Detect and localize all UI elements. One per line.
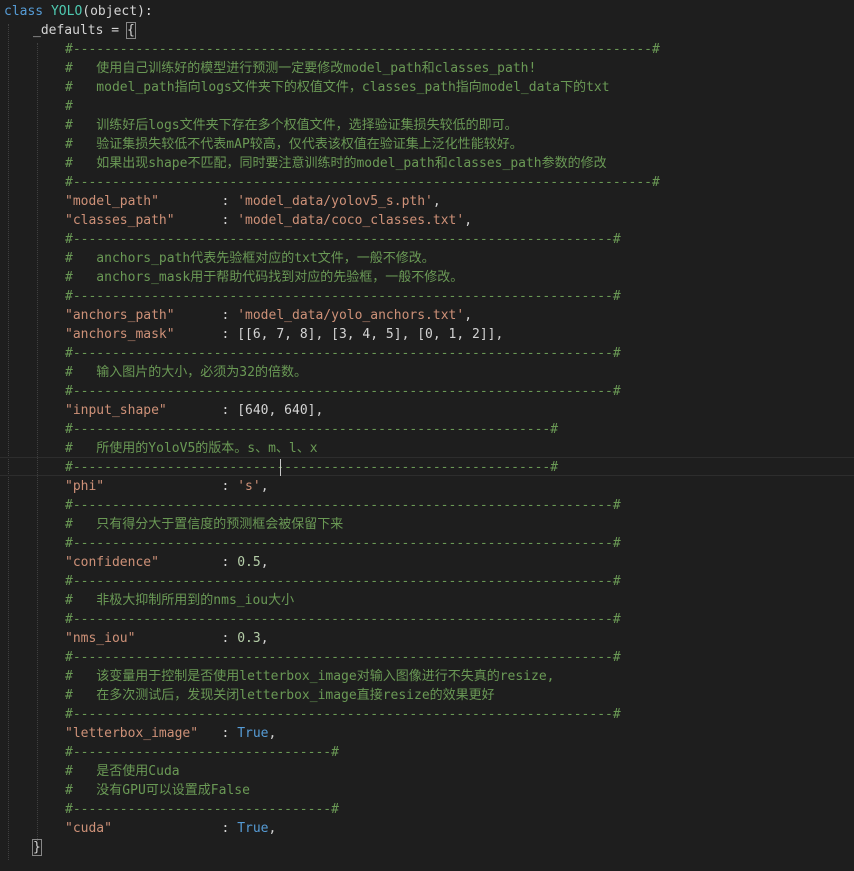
dict-colon: : <box>135 631 238 646</box>
dict-value: [[6, 7, 8], [3, 4, 5], [0, 1, 2]] <box>237 327 496 342</box>
comment-separator: #---------------------------------------… <box>65 650 621 665</box>
code-line-confidence[interactable]: "confidence" : 0.5, <box>65 553 269 572</box>
comment-line: # 非极大抑制所用到的nms_iou大小 <box>65 593 295 608</box>
dict-comma: , <box>464 308 473 323</box>
comment-separator: #---------------------------------------… <box>65 707 621 722</box>
comment-line: # 在多次测试后，发现关闭letterbox_image直接resize的效果更… <box>65 688 495 703</box>
dict-comma: , <box>260 555 269 570</box>
dict-key: "classes_path" <box>65 213 175 228</box>
comment-separator: #---------------------------------------… <box>65 289 621 304</box>
dict-comma: , <box>432 194 441 209</box>
dict-key: "cuda" <box>65 821 112 836</box>
code-line-nms-iou[interactable]: "nms_iou" : 0.3, <box>65 629 269 648</box>
dict-comma: , <box>260 479 269 494</box>
comment-separator: #---------------------------------------… <box>65 612 621 627</box>
dict-key: "phi" <box>65 479 105 494</box>
code-line-phi[interactable]: "phi" : 's', <box>65 477 269 496</box>
comment-separator: #---------------------------------------… <box>65 175 660 190</box>
dict-colon: : <box>174 327 238 342</box>
code-line-classes-path[interactable]: "classes_path" : 'model_data/coco_classe… <box>65 211 472 230</box>
dict-value: 0.3 <box>237 631 261 646</box>
comment-line: # 验证集损失较低不代表mAP较高，仅代表该权值在验证集上泛化性能较好。 <box>65 137 523 152</box>
comment-line: # 该变量用于控制是否使用letterbox_image对输入图像进行不失真的r… <box>65 669 555 684</box>
indent-guide-outer <box>8 24 9 860</box>
class-name: YOLO <box>50 4 83 19</box>
code-line-close-brace[interactable]: } <box>32 838 42 857</box>
dict-colon: : <box>174 308 238 323</box>
dict-comma: , <box>315 403 324 418</box>
dict-key: "letterbox_image" <box>65 726 199 741</box>
dict-comma: , <box>268 821 277 836</box>
dict-colon: : <box>104 479 238 494</box>
comment-line: # 使用自己训练好的模型进行预测一定要修改model_path和classes_… <box>65 61 537 76</box>
dict-colon: : <box>111 821 238 836</box>
comment-separator: #---------------------------------------… <box>65 422 559 437</box>
comment-separator: #---------------------------------------… <box>65 536 621 551</box>
code-line-letterbox-image[interactable]: "letterbox_image" : True, <box>65 724 276 743</box>
comment-line: # 如果出现shape不匹配，同时要注意训练时的model_path和class… <box>65 156 607 171</box>
comment-line: # 是否使用Cuda <box>65 764 180 779</box>
dict-colon: : <box>198 726 238 741</box>
dict-colon: : <box>158 194 238 209</box>
dict-value: [640, 640] <box>237 403 316 418</box>
dict-key: "anchors_path" <box>65 308 175 323</box>
comment-separator: #---------------------------------------… <box>65 384 621 399</box>
dict-key: "nms_iou" <box>65 631 136 646</box>
comment-separator: #---------------------------------------… <box>65 574 621 589</box>
dict-comma: , <box>464 213 473 228</box>
comment-line: # 没有GPU可以设置成False <box>65 783 250 798</box>
code-line-model-path[interactable]: "model_path" : 'model_data/yolov5_s.pth'… <box>65 192 441 211</box>
dict-key: "model_path" <box>65 194 159 209</box>
dict-value: True <box>237 821 269 836</box>
comment-line: # <box>65 99 73 114</box>
defaults-assign: = <box>103 23 127 38</box>
dict-comma: , <box>268 726 277 741</box>
code-line-class-def[interactable]: class YOLO(object): <box>4 2 153 21</box>
comment-line: # anchors_path代表先验框对应的txt文件，一般不修改。 <box>65 251 435 266</box>
comment-line: # 只有得分大于置信度的预测框会被保留下来 <box>65 517 344 532</box>
comment-separator: #---------------------------------# <box>65 802 339 817</box>
comment-separator: #---------------------------------------… <box>65 232 621 247</box>
code-line-cuda[interactable]: "cuda" : True, <box>65 819 276 838</box>
class-base: (object): <box>82 4 153 19</box>
comment-line: # 训练好后logs文件夹下存在多个权值文件，选择验证集损失较低的即可。 <box>65 118 518 133</box>
dict-comma: , <box>260 631 269 646</box>
text-cursor <box>280 459 281 476</box>
code-line-input-shape[interactable]: "input_shape" : [640, 640], <box>65 401 323 420</box>
dict-value: 'model_data/yolo_anchors.txt' <box>237 308 465 323</box>
dict-key: "anchors_mask" <box>65 327 175 342</box>
open-brace: { <box>125 22 136 39</box>
comment-line: # model_path指向logs文件夹下的权值文件，classes_path… <box>65 80 610 95</box>
comment-separator: #---------------------------------# <box>65 745 339 760</box>
dict-colon: : <box>166 403 238 418</box>
dict-colon: : <box>158 555 238 570</box>
dict-key: "confidence" <box>65 555 159 570</box>
close-brace: } <box>32 839 42 856</box>
dict-value: True <box>237 726 269 741</box>
class-keyword: class <box>4 4 44 19</box>
comment-line: # 输入图片的大小，必须为32的倍数。 <box>65 365 307 380</box>
comment-line: # 所使用的YoloV5的版本。s、m、l、x <box>65 441 318 456</box>
code-line-anchors-path[interactable]: "anchors_path" : 'model_data/yolo_anchor… <box>65 306 472 325</box>
dict-value: 's' <box>237 479 261 494</box>
indent-guide-inner <box>37 43 38 841</box>
comment-line: # anchors_mask用于帮助代码找到对应的先验框，一般不修改。 <box>65 270 464 285</box>
code-editor[interactable]: class YOLO(object): _defaults = { #-----… <box>0 0 854 871</box>
comment-separator: #---------------------------------------… <box>65 42 660 57</box>
code-line-anchors-mask[interactable]: "anchors_mask" : [[6, 7, 8], [3, 4, 5], … <box>65 325 503 344</box>
dict-value: 0.5 <box>237 555 261 570</box>
dict-value: 'model_data/coco_classes.txt' <box>237 213 465 228</box>
dict-comma: , <box>495 327 504 342</box>
dict-key: "input_shape" <box>65 403 167 418</box>
dict-colon: : <box>174 213 238 228</box>
comment-separator: #---------------------------------------… <box>65 498 621 513</box>
comment-separator: #---------------------------------------… <box>65 460 559 475</box>
defaults-name: _defaults <box>33 23 104 38</box>
code-line-defaults[interactable]: _defaults = { <box>33 21 136 40</box>
comment-separator: #---------------------------------------… <box>65 346 621 361</box>
dict-value: 'model_data/yolov5_s.pth' <box>237 194 433 209</box>
